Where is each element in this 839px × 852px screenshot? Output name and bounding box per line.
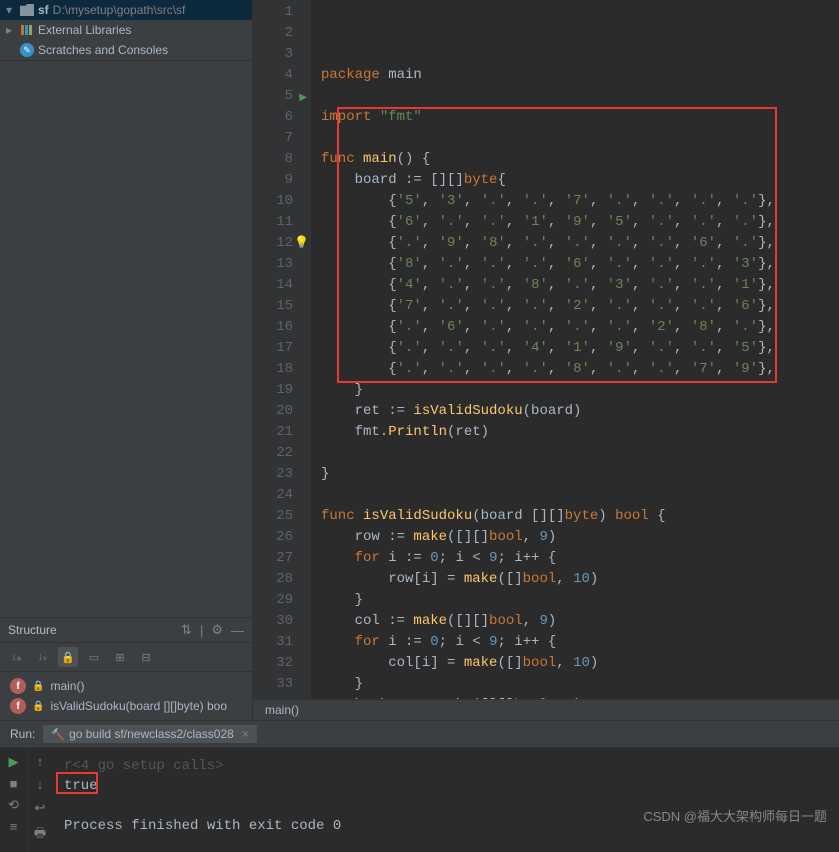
- wrap-icon[interactable]: ↩: [35, 800, 46, 816]
- exit-icon[interactable]: ⟲: [8, 797, 19, 813]
- gutter[interactable]: 1234▶567891011💡1213141516171819202122232…: [253, 0, 311, 699]
- project-name: sf: [38, 3, 49, 17]
- print-icon[interactable]: 🖶: [34, 824, 46, 846]
- gear-icon[interactable]: ⚙: [211, 622, 223, 638]
- run-config-tab[interactable]: 🔨 go build sf/newclass2/class028 ×: [43, 725, 256, 743]
- scratches-label: Scratches and Consoles: [38, 43, 168, 57]
- run-config-name: go build sf/newclass2/class028: [69, 727, 234, 741]
- divider: |: [200, 623, 203, 638]
- lock-icon[interactable]: 🔒: [58, 647, 78, 667]
- sort-icon[interactable]: ⇅: [181, 622, 192, 638]
- stop-icon[interactable]: ■: [10, 776, 18, 791]
- chevron-down-icon: ▾: [6, 3, 16, 17]
- function-icon: f: [10, 678, 26, 694]
- watermark: CSDN @福大大架构师每日一题: [643, 806, 827, 825]
- close-icon[interactable]: ×: [242, 727, 249, 741]
- sort-alpha-icon[interactable]: ↓ₐ: [6, 647, 26, 667]
- run-label: Run:: [10, 727, 35, 741]
- folder-icon: [20, 4, 34, 16]
- more-icon[interactable]: ≡: [10, 819, 18, 834]
- filter-icon[interactable]: ▭: [84, 647, 104, 667]
- scratch-icon: ✎: [20, 43, 34, 57]
- expand-icon[interactable]: ⊞: [110, 647, 130, 667]
- run-console: Run: 🔨 go build sf/newclass2/class028 × …: [0, 720, 839, 852]
- lock-icon: 🔒: [32, 701, 44, 712]
- structure-panel: Structure ⇅ | ⚙ — ↓ₐ ↓ᵥ 🔒 ▭ ⊞ ⊟ f🔒main()…: [0, 617, 252, 720]
- collapse-icon[interactable]: ⊟: [136, 647, 156, 667]
- structure-title: Structure: [8, 623, 57, 637]
- project-tree: ▾ sf D:\mysetup\gopath\src\sf ▸ External…: [0, 0, 252, 61]
- rerun-icon[interactable]: ▶: [9, 754, 19, 770]
- external-libs-label: External Libraries: [38, 23, 131, 37]
- hammer-icon: 🔨: [51, 728, 65, 741]
- editor: 1234▶567891011💡1213141516171819202122232…: [253, 0, 839, 720]
- breadcrumb[interactable]: main(): [253, 699, 839, 720]
- structure-item[interactable]: f🔒main(): [6, 676, 246, 696]
- lock-icon: 🔒: [32, 681, 44, 692]
- up-icon[interactable]: ↑: [37, 754, 44, 769]
- project-path: D:\mysetup\gopath\src\sf: [53, 3, 186, 17]
- sort-visibility-icon[interactable]: ↓ᵥ: [32, 647, 52, 667]
- chevron-right-icon: ▸: [6, 23, 16, 37]
- down-icon[interactable]: ↓: [37, 777, 44, 792]
- structure-item[interactable]: f🔒isValidSudoku(board [][]byte) boo: [6, 696, 246, 716]
- function-icon: f: [10, 698, 26, 714]
- sidebar: ▾ sf D:\mysetup\gopath\src\sf ▸ External…: [0, 0, 253, 720]
- project-root[interactable]: ▾ sf D:\mysetup\gopath\src\sf: [0, 0, 252, 20]
- console-output[interactable]: r<4 go setup calls>true Process finished…: [52, 748, 839, 852]
- library-icon: [20, 24, 34, 36]
- external-libraries[interactable]: ▸ External Libraries: [0, 20, 252, 40]
- code-content[interactable]: package main import "fmt" func main() { …: [311, 0, 775, 699]
- scratches-consoles[interactable]: ✎ Scratches and Consoles: [0, 40, 252, 60]
- minimize-icon[interactable]: —: [231, 623, 244, 638]
